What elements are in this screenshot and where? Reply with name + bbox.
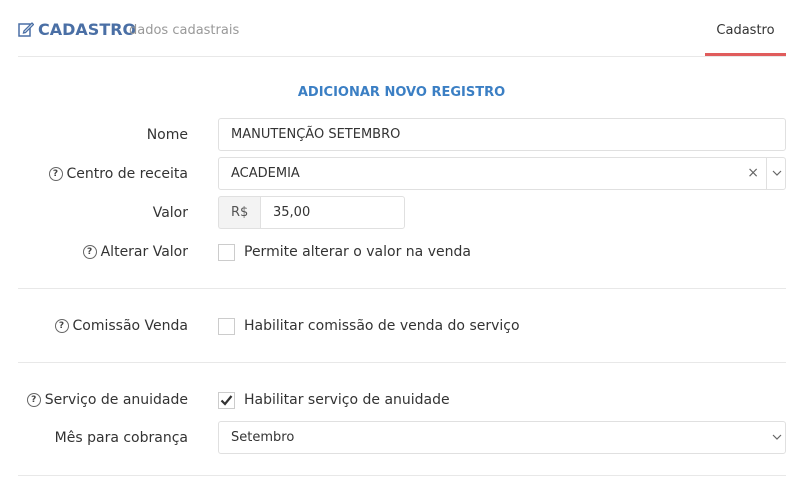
centro-receita-label: ? Centro de receita [48,166,189,182]
section-title: ADICIONAR NOVO REGISTRO [297,85,506,100]
page-header: CADASTRO dados cadastrais Cadastro [0,0,803,57]
section-divider [18,362,786,363]
comissao-label: ? Comissão Venda [54,318,189,334]
alterar-valor-label: ? Alterar Valor [82,244,188,260]
section-divider [18,475,786,476]
page-subtitle: dados cadastrais [129,23,240,38]
checkmark-icon [220,395,233,406]
tab-cadastro-label: Cadastro [716,23,775,38]
alterar-valor-checkbox[interactable] [218,244,235,261]
nome-input[interactable]: MANUTENÇÃO SETEMBRO [218,118,786,151]
chevron-down-icon[interactable] [772,433,782,441]
help-icon[interactable]: ? [82,245,97,259]
mes-cobranca-label-text: Mês para cobrança [54,430,188,446]
help-icon[interactable]: ? [54,319,69,333]
page-title: CADASTRO [38,20,137,39]
alterar-valor-checkbox-label[interactable]: Permite alterar o valor na venda [244,244,471,260]
anuidade-label-text: Serviço de anuidade [44,392,188,408]
help-icon[interactable]: ? [26,393,41,407]
mes-cobranca-select[interactable]: Setembro [218,421,786,454]
tab-cadastro[interactable]: Cadastro [705,0,786,56]
anuidade-label: ? Serviço de anuidade [26,392,188,408]
mes-cobranca-label: Mês para cobrança [55,430,188,446]
nome-value: MANUTENÇÃO SETEMBRO [231,127,401,142]
chevron-down-icon[interactable] [772,169,782,177]
mes-cobranca-value: Setembro [231,430,295,445]
anuidade-checkbox[interactable] [218,392,235,409]
currency-addon: R$ [218,196,260,229]
help-icon[interactable]: ? [48,167,63,181]
comissao-checkbox[interactable] [218,318,235,335]
valor-label: Valor [153,205,188,221]
valor-value: 35,00 [273,205,311,220]
section-divider [18,288,786,289]
centro-receita-label-text: Centro de receita [66,166,189,182]
centro-receita-value: ACADEMIA [231,166,300,181]
header-divider [18,56,786,57]
currency-prefix: R$ [231,205,249,220]
nome-label: Nome [147,127,188,143]
centro-receita-select[interactable]: ACADEMIA × [218,157,786,190]
anuidade-checkbox-label[interactable]: Habilitar serviço de anuidade [244,392,450,408]
comissao-label-text: Comissão Venda [72,318,189,334]
comissao-checkbox-label[interactable]: Habilitar comissão de venda do serviço [244,318,520,334]
clear-icon[interactable]: × [747,165,759,181]
alterar-valor-label-text: Alterar Valor [100,244,188,260]
valor-input[interactable]: 35,00 [260,196,405,229]
edit-icon [18,22,34,37]
nome-label-text: Nome [146,127,188,143]
select-separator [766,158,767,189]
valor-label-text: Valor [152,205,188,221]
